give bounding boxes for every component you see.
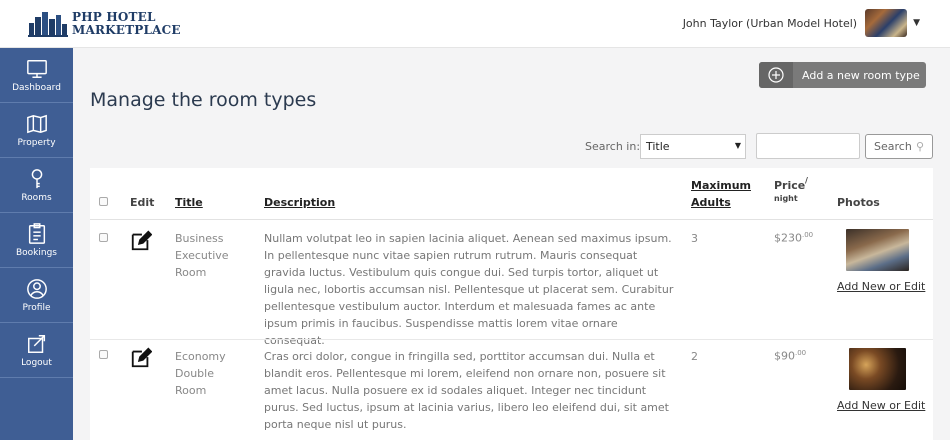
room-price: $90.00	[774, 349, 806, 363]
user-name[interactable]: John Taylor (Urban Model Hotel)	[683, 17, 857, 30]
room-title-line-2: Executive	[175, 249, 229, 262]
search-button[interactable]: Search ⚲	[865, 134, 933, 159]
sidebar-item-profile[interactable]: Profile	[0, 268, 73, 323]
sidebar-item-property[interactable]: Property	[0, 103, 73, 158]
room-max-adults: 3	[691, 232, 698, 245]
room-title-line-3: Room	[175, 266, 207, 279]
column-header-price-unit: night	[774, 194, 798, 203]
column-header-title[interactable]: Title	[175, 196, 203, 209]
room-photo-thumbnail[interactable]	[846, 229, 909, 271]
row-checkbox[interactable]	[99, 350, 108, 359]
sidebar-item-rooms[interactable]: Rooms	[0, 158, 73, 213]
row-checkbox[interactable]	[99, 233, 108, 242]
add-edit-photos-link[interactable]: Add New or Edit	[837, 280, 925, 293]
sidebar-item-label: Dashboard	[12, 82, 61, 93]
key-icon	[31, 168, 42, 188]
sidebar-item-label: Logout	[21, 357, 52, 368]
plus-circle-icon	[759, 62, 793, 88]
room-title: Business Executive Room	[175, 230, 229, 281]
map-icon	[26, 114, 47, 133]
add-room-type-button[interactable]: Add a new room type	[759, 62, 926, 88]
sidebar: Dashboard Property Rooms Bookings Profil…	[0, 48, 73, 440]
avatar[interactable]	[865, 9, 908, 37]
logout-icon	[27, 334, 45, 353]
room-price-main: $230	[774, 231, 802, 245]
row-divider	[90, 339, 933, 340]
add-edit-photos-link[interactable]: Add New or Edit	[837, 399, 925, 412]
room-max-adults: 2	[691, 350, 698, 363]
select-all-checkbox[interactable]	[99, 197, 108, 206]
monitor-icon	[26, 59, 47, 78]
brand-line-2: MARKETPLACE	[72, 23, 181, 37]
edit-icon[interactable]	[130, 347, 152, 369]
page-title: Manage the room types	[90, 89, 317, 111]
search-input[interactable]	[756, 133, 860, 159]
header-divider	[90, 219, 933, 220]
sidebar-item-dashboard[interactable]: Dashboard	[0, 48, 73, 103]
column-header-photos: Photos	[837, 196, 880, 209]
user-icon	[26, 278, 47, 299]
room-price: $230.00	[774, 231, 813, 245]
column-header-price-separator: /	[805, 176, 808, 185]
search-field-select[interactable]: Title ▼	[640, 134, 746, 159]
room-title-line-2: Double	[175, 367, 214, 380]
sidebar-item-label: Bookings	[15, 247, 57, 258]
sidebar-item-label: Rooms	[21, 192, 52, 203]
city-skyline-icon	[28, 12, 68, 37]
column-header-description[interactable]: Description	[264, 196, 335, 209]
room-title-line-3: Room	[175, 384, 207, 397]
room-description: Nullam volutpat leo in sapien lacinia al…	[264, 232, 674, 347]
room-title-line-1: Economy	[175, 350, 226, 363]
search-button-label: Search	[874, 140, 912, 153]
column-header-price: Price	[774, 179, 806, 192]
user-menu[interactable]: John Taylor (Urban Model Hotel) ▼	[683, 9, 920, 37]
column-header-max-adults-line1[interactable]: Maximum	[691, 179, 751, 192]
room-title: Economy Double Room	[175, 348, 226, 399]
column-header-edit: Edit	[130, 196, 155, 209]
room-title-line-1: Business	[175, 232, 224, 245]
room-price-main: $90	[774, 349, 795, 363]
column-header-max-adults-line2[interactable]: Adults	[691, 196, 731, 209]
sidebar-item-label: Property	[17, 137, 56, 148]
caret-down-icon[interactable]: ▼	[913, 18, 920, 28]
room-description: Cras orci dolor, congue in fringilla sed…	[264, 350, 669, 431]
room-price-cents: .00	[795, 349, 807, 357]
search-icon: ⚲	[915, 140, 924, 153]
dropdown-arrow-icon: ▼	[734, 141, 741, 150]
brand-logo[interactable]: PHP HOTEL MARKETPLACE	[28, 8, 181, 40]
search-field-selected: Title	[646, 140, 670, 153]
sidebar-item-logout[interactable]: Logout	[0, 323, 73, 378]
edit-icon[interactable]	[130, 230, 152, 252]
clipboard-icon	[28, 222, 45, 244]
sidebar-item-bookings[interactable]: Bookings	[0, 213, 73, 268]
room-photo-thumbnail[interactable]	[849, 348, 906, 390]
search-in-label: Search in:	[585, 140, 641, 153]
add-room-type-label: Add a new room type	[802, 68, 920, 82]
room-price-cents: .00	[802, 231, 814, 239]
top-header: PHP HOTEL MARKETPLACE John Taylor (Urban…	[0, 0, 950, 48]
sidebar-item-label: Profile	[22, 302, 51, 313]
room-types-table: Edit Title Description Maximum Adults Pr…	[90, 168, 933, 440]
brand-name: PHP HOTEL MARKETPLACE	[72, 11, 181, 37]
